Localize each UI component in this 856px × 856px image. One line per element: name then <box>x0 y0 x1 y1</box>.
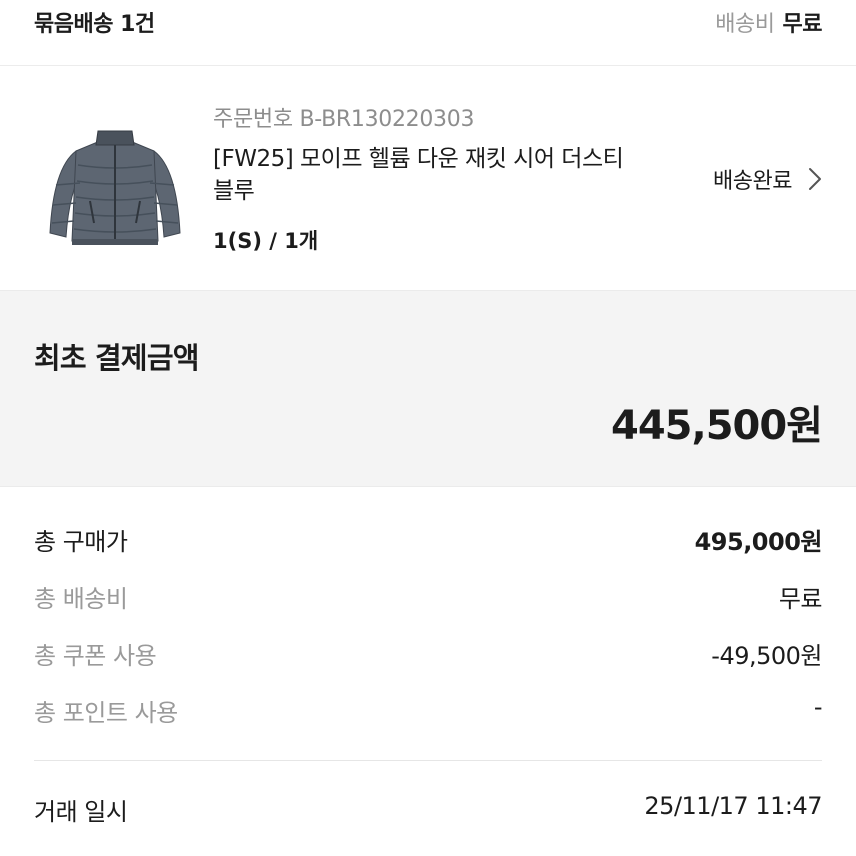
shipping-fee-label: 배송비 <box>715 12 775 37</box>
summary-label: 총 배송비 <box>34 585 128 613</box>
shipping-fee: 배송비 무료 <box>715 6 822 38</box>
order-number: 주문번호 B-BR130220303 <box>213 107 475 132</box>
divider <box>34 760 822 761</box>
transaction-datetime-value: 25/11/17 11:47 <box>644 792 822 820</box>
first-payment-amount: 445,500원 <box>611 403 823 449</box>
product-card[interactable]: 주문번호 B-BR130220303 [FW25] 모이프 헬륨 다운 재킷 시… <box>0 67 856 290</box>
shipping-fee-value: 무료 <box>782 12 823 37</box>
bundle-header: 묶음배송 1건 배송비 무료 <box>0 0 856 66</box>
summary-label: 총 구매가 <box>34 528 128 556</box>
summary-row-points: 총 포인트 사용 - <box>34 693 823 733</box>
first-payment-section: 최초 결제금액 445,500원 <box>0 290 856 487</box>
transaction-datetime-row: 거래 일시 25/11/17 11:47 <box>34 792 822 832</box>
summary-value: - <box>813 693 823 721</box>
transaction-datetime-label: 거래 일시 <box>34 798 128 826</box>
first-payment-label: 최초 결제금액 <box>34 341 199 375</box>
summary-label: 총 쿠폰 사용 <box>34 642 157 670</box>
product-name[interactable]: [FW25] 모이프 헬륨 다운 재킷 시어 더스티 블루 <box>213 143 633 207</box>
chevron-right-icon <box>809 168 821 190</box>
product-option: 1(S) / 1개 <box>213 229 319 253</box>
delivery-status: 배송완료 <box>713 169 792 194</box>
summary-row-total-price: 총 구매가 495,000원 <box>34 522 823 562</box>
summary-value: 495,000원 <box>694 528 823 556</box>
product-thumbnail <box>49 130 181 245</box>
summary-row-shipping: 총 배송비 무료 <box>34 579 823 619</box>
summary-value: -49,500원 <box>711 642 822 670</box>
bundle-title: 묶음배송 1건 <box>34 12 155 37</box>
summary-label: 총 포인트 사용 <box>34 699 178 727</box>
summary-row-coupon: 총 쿠폰 사용 -49,500원 <box>34 636 822 676</box>
summary-value: 무료 <box>778 585 823 613</box>
delivery-status-link[interactable]: 배송완료 <box>713 163 824 195</box>
